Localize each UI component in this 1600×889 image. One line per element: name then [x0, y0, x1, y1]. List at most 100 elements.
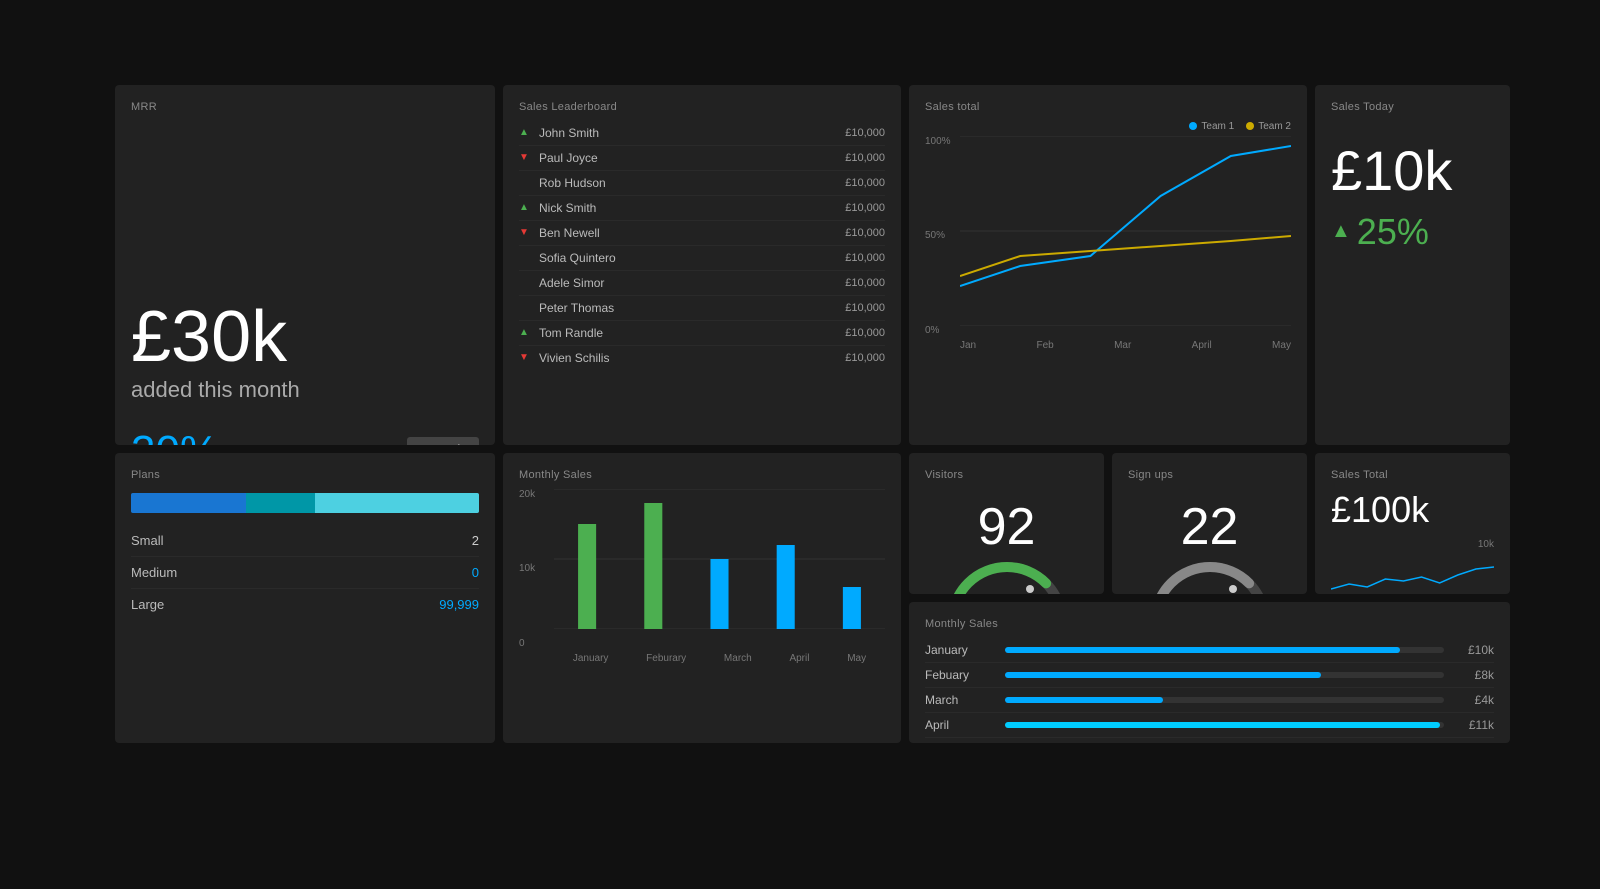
plans-item-value: 2	[472, 533, 479, 548]
lb-value: £10,000	[845, 177, 885, 189]
bar-y-label: 0	[519, 638, 535, 649]
lb-name: Adele Simor	[539, 276, 845, 290]
monthly-bar-wrap	[1005, 672, 1444, 678]
monthly-list-name: April	[925, 718, 995, 732]
sales-today-change: ▲ 25%	[1331, 211, 1494, 253]
monthly-bar-card: Monthly Sales 20k10k0 JanuaryFeburaryMar…	[503, 453, 901, 743]
right-bottom-grid: Visitors 92 0 100 75 Sign ups 22	[909, 453, 1510, 743]
leaderboard-item: ▼Paul Joyce£10,000	[519, 146, 885, 171]
sparkline-svg	[1331, 539, 1494, 594]
x-label: April	[1192, 340, 1212, 351]
plans-item-value: 99,999	[439, 597, 479, 612]
monthly-list-card: Monthly Sales January £10k Febuary £8k M…	[909, 602, 1510, 743]
sales-chart-card: Sales total Team 1Team 2 100%50%0% JanFe…	[909, 85, 1307, 445]
bar-x-label: April	[789, 653, 809, 664]
legend-item: Team 2	[1246, 121, 1291, 132]
bar-chart-y-labels: 20k10k0	[519, 489, 535, 649]
sales-total-sm-label: Sales Total	[1331, 469, 1494, 481]
lb-value: £10,000	[845, 127, 885, 139]
sales-chart-label: Sales total	[925, 101, 1291, 113]
bar-rect	[710, 559, 728, 629]
lb-value: £10,000	[845, 352, 885, 364]
lb-value: £10,000	[845, 302, 885, 314]
legend-dot	[1189, 122, 1197, 130]
trend-icon: ▲	[519, 202, 533, 213]
trend-icon: ▼	[519, 227, 533, 238]
bar-x-label: Feburary	[646, 653, 686, 664]
lb-name: Sofia Quintero	[539, 251, 845, 265]
lb-name: John Smith	[539, 126, 845, 140]
plans-bar	[131, 493, 479, 513]
signups-gauge: 22 0 100 75	[1128, 489, 1291, 594]
x-label: Mar	[1114, 340, 1131, 351]
bar-chart-svg	[554, 489, 885, 629]
plans-bar-segment	[315, 493, 479, 513]
lb-name: Rob Hudson	[539, 176, 845, 190]
leaderboard-item: —Adele Simor£10,000	[519, 271, 885, 296]
lb-value: £10,000	[845, 327, 885, 339]
monthly-list-name: March	[925, 693, 995, 707]
arrow-up-icon: ▲	[1331, 220, 1351, 243]
chart-x-labels: JanFebMarAprilMay	[925, 340, 1291, 351]
leaderboard-item: ▼Ben Newell£10,000	[519, 221, 885, 246]
bar-chart-container: 20k10k0	[519, 489, 885, 649]
mrr-card: MRR £30k added this month 30% £100k	[115, 85, 495, 445]
monthly-list-value: £10k	[1454, 643, 1494, 657]
visitors-label: Visitors	[925, 469, 1088, 481]
monthly-list-item: March £4k	[925, 688, 1494, 713]
bar-rect	[578, 524, 596, 629]
trend-icon: ▲	[519, 127, 533, 138]
lb-value: £10,000	[845, 252, 885, 264]
legend-dot	[1246, 122, 1254, 130]
x-label: Jan	[960, 340, 976, 351]
plans-item-name: Medium	[131, 565, 177, 580]
lb-value: £10,000	[845, 227, 885, 239]
chart-y-labels: 100%50%0%	[925, 136, 951, 336]
plans-item-name: Small	[131, 533, 164, 548]
monthly-bar-wrap	[1005, 722, 1444, 728]
visitors-gauge: 92 0 100 75	[925, 489, 1088, 594]
plans-bar-segment	[131, 493, 246, 513]
visitors-card: Visitors 92 0 100 75	[909, 453, 1104, 594]
line-chart-container: 100%50%0%	[925, 136, 1291, 336]
plans-label: Plans	[131, 469, 479, 481]
plans-card: Plans Small 2 Medium 0 Large 99,999	[115, 453, 495, 743]
plans-item-name: Large	[131, 597, 164, 612]
sales-today-label: Sales Today	[1331, 101, 1494, 113]
sales-today-card: Sales Today £10k ▲ 25%	[1315, 85, 1510, 445]
mrr-subtitle: added this month	[131, 377, 479, 403]
monthly-bar-fill	[1005, 697, 1163, 703]
plans-item-value: 0	[472, 565, 479, 580]
monthly-list-item: May £10k	[925, 738, 1494, 743]
signups-gauge-svg	[1140, 547, 1280, 594]
monthly-list-name: January	[925, 643, 995, 657]
legend-name: Team 1	[1201, 121, 1234, 132]
x-label: May	[1272, 340, 1291, 351]
lb-value: £10,000	[845, 152, 885, 164]
dashboard: MRR £30k added this month 30% £100k Sale…	[115, 85, 1485, 805]
leaderboard-item: ▲Nick Smith£10,000	[519, 196, 885, 221]
legend-name: Team 2	[1258, 121, 1291, 132]
trend-icon: —	[519, 252, 533, 263]
lb-name: Peter Thomas	[539, 301, 845, 315]
mrr-main-value: £30k	[131, 301, 479, 373]
bar-y-label: 10k	[519, 563, 535, 574]
signups-label: Sign ups	[1128, 469, 1291, 481]
signups-card: Sign ups 22 0 100 75	[1112, 453, 1307, 594]
lb-name: Nick Smith	[539, 201, 845, 215]
lb-value: £10,000	[845, 277, 885, 289]
lb-name: Paul Joyce	[539, 151, 845, 165]
trend-icon: —	[519, 302, 533, 313]
mrr-badge: £100k	[407, 437, 479, 445]
lb-name: Vivien Schilis	[539, 351, 845, 365]
monthly-bar-fill	[1005, 672, 1321, 678]
monthly-bar-fill	[1005, 722, 1440, 728]
bar-x-label: May	[847, 653, 866, 664]
mrr-label: MRR	[131, 101, 479, 113]
trend-icon: ▼	[519, 352, 533, 363]
bar-x-label: March	[724, 653, 752, 664]
y-label: 0%	[925, 325, 951, 336]
monthly-list: January £10k Febuary £8k March £4k April…	[925, 638, 1494, 743]
bar-x-label: January	[573, 653, 609, 664]
monthly-bar-wrap	[1005, 697, 1444, 703]
